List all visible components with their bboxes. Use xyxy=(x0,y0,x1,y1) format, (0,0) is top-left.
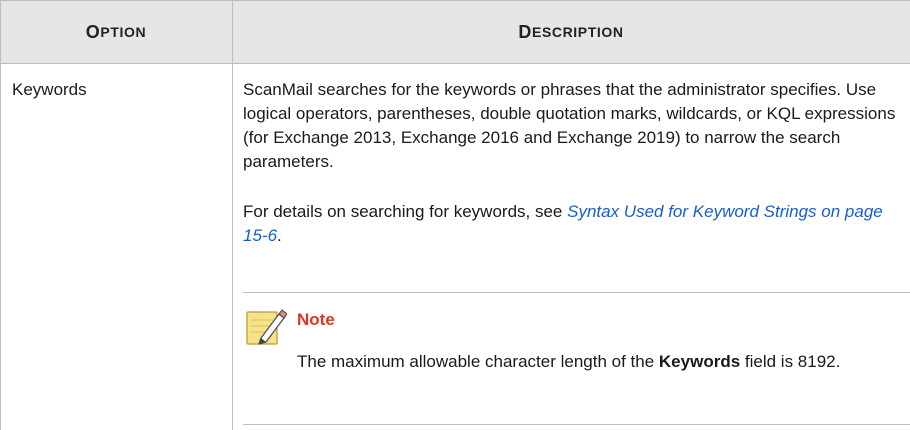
option-keywords: Keywords xyxy=(12,80,87,99)
description-paragraph: ScanMail searches for the keywords or ph… xyxy=(243,80,896,171)
header-description-initial: D xyxy=(518,21,533,42)
header-option-rest: PTION xyxy=(100,24,147,40)
options-table: O PTION D ESCRIPTION Keywords ScanMail sea… xyxy=(0,0,910,430)
table-left-border xyxy=(0,0,1,430)
reference-suffix: . xyxy=(277,226,282,245)
description-reference: For details on searching for keywords, s… xyxy=(243,200,903,248)
note-body-prefix: The maximum allowable character length o… xyxy=(297,352,659,371)
note-bottom-rule xyxy=(243,424,910,425)
header-option-initial: O xyxy=(85,21,101,42)
note-body-suffix: field is 8192. xyxy=(740,352,841,371)
note-body-bold: Keywords xyxy=(658,352,741,371)
reference-prefix: For details on searching for keywords, s… xyxy=(243,202,568,221)
note-title: Note xyxy=(297,310,335,329)
note-pencil-icon xyxy=(246,309,287,345)
note-body: The maximum allowable character length o… xyxy=(297,350,905,374)
table-header-row: O PTION D ESCRIPTION xyxy=(0,0,910,64)
table-column-divider xyxy=(232,0,233,430)
header-description: D ESCRIPTION xyxy=(232,1,910,63)
header-option: O PTION xyxy=(0,1,232,63)
header-description-rest: ESCRIPTION xyxy=(532,24,624,40)
note-top-rule xyxy=(243,292,910,293)
